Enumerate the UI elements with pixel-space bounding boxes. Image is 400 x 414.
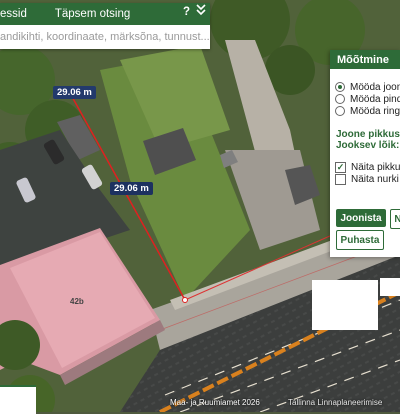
copyright-text: Maa- ja Ruumiamet 2026 bbox=[170, 398, 260, 407]
option-area[interactable]: Mööda pindal bbox=[335, 93, 400, 105]
search-tabs: essid Täpsem otsing ? bbox=[0, 3, 210, 25]
radio-line[interactable] bbox=[335, 82, 345, 92]
option-line-label: Mööda joone bbox=[350, 81, 400, 93]
segment-length-label-start: 29.06 m bbox=[53, 86, 96, 99]
building-number-label: 42b bbox=[70, 297, 84, 306]
copyright-text-right: Tallinna Linnaplaneerimise bbox=[288, 398, 383, 407]
draw-button[interactable]: Joonista bbox=[336, 209, 386, 227]
search-placeholder: andikihti, koordinaate, märksõna, tunnus… bbox=[0, 31, 210, 43]
checkbox-show-angles-label: Näita nurki bbox=[351, 173, 399, 185]
help-icon[interactable]: ? bbox=[183, 6, 190, 18]
tab-essid[interactable]: essid bbox=[0, 8, 35, 20]
bottom-panel-tab[interactable] bbox=[0, 385, 36, 414]
measurement-panel: Mõõtmine Mööda joone Mööda pindal Mööda … bbox=[330, 50, 400, 257]
redaction-block-small bbox=[380, 278, 400, 296]
segment-length-label-mid: 29.06 m bbox=[110, 182, 153, 195]
tab-advanced-search[interactable]: Täpsem otsing bbox=[35, 8, 138, 20]
checkbox-show-lengths[interactable]: ✓ Näita pikkusi bbox=[335, 161, 400, 173]
chevron-double-down-icon bbox=[196, 4, 206, 16]
collapse-icon[interactable] bbox=[196, 4, 206, 19]
checkbox-show-lengths-box[interactable]: ✓ bbox=[335, 161, 346, 173]
option-area-label: Mööda pindal bbox=[350, 93, 400, 105]
option-line[interactable]: Mööda joone bbox=[335, 81, 400, 93]
checkbox-show-angles-box[interactable] bbox=[335, 173, 346, 185]
redaction-block bbox=[312, 280, 378, 330]
checkbox-show-angles[interactable]: Näita nurki bbox=[335, 173, 400, 185]
panel-title: Mõõtmine bbox=[330, 50, 400, 69]
search-panel: essid Täpsem otsing ? andikihti, koordin… bbox=[0, 3, 210, 49]
next-button[interactable]: N bbox=[390, 209, 400, 229]
search-input[interactable]: andikihti, koordinaate, märksõna, tunnus… bbox=[0, 25, 210, 49]
checkbox-show-lengths-label: Näita pikkusi bbox=[351, 161, 400, 173]
clear-button[interactable]: Puhasta bbox=[336, 230, 384, 250]
radio-circle[interactable] bbox=[335, 106, 345, 116]
option-circle[interactable]: Mööda ringinc bbox=[335, 105, 400, 117]
option-circle-label: Mööda ringinc bbox=[350, 105, 400, 117]
line-length-result: Joone pikkus: 29 bbox=[336, 129, 400, 140]
radio-area[interactable] bbox=[335, 94, 345, 104]
current-segment-result: Jooksev lõik: 29.0 bbox=[336, 140, 400, 151]
